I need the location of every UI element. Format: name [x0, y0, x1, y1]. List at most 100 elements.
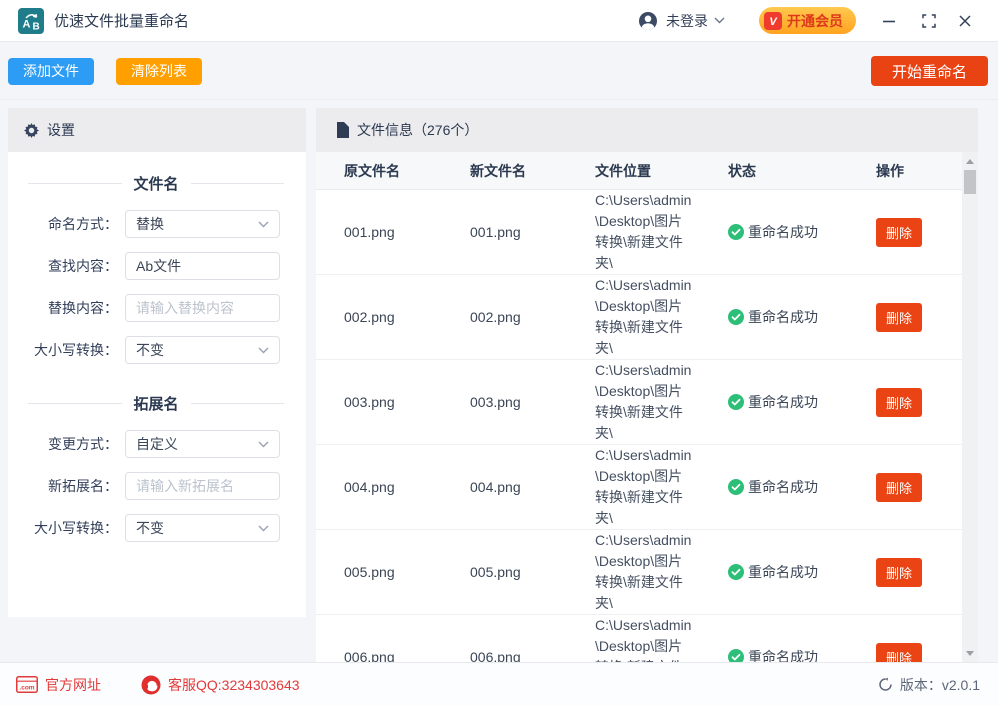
- chevron-down-icon: [258, 221, 269, 228]
- status-cell: 重命名成功: [728, 562, 876, 582]
- minimize-icon: [882, 14, 896, 28]
- success-check-icon: [728, 309, 744, 325]
- new-name: 002.png: [470, 309, 595, 325]
- app-logo-icon: A B: [18, 8, 44, 34]
- status-cell: 重命名成功: [728, 307, 876, 327]
- delete-button[interactable]: 删除: [876, 473, 922, 502]
- chevron-down-icon: [714, 17, 725, 24]
- ext-case-convert-value: 不变: [136, 518, 164, 538]
- svg-text:B: B: [33, 21, 40, 32]
- replace-content-row: 替换内容：: [20, 294, 292, 322]
- refresh-icon[interactable]: [878, 677, 893, 692]
- scroll-up-arrow[interactable]: [962, 154, 978, 168]
- col-new-name: 新文件名: [470, 161, 595, 181]
- status-text: 重命名成功: [748, 562, 818, 582]
- original-name: 002.png: [344, 309, 470, 325]
- login-menu[interactable]: 未登录: [638, 11, 725, 31]
- minimize-button[interactable]: [876, 8, 902, 34]
- gear-icon: [24, 123, 39, 138]
- settings-header: 设置: [8, 108, 306, 152]
- success-check-icon: [728, 649, 744, 662]
- login-status-label: 未登录: [666, 11, 708, 31]
- close-button[interactable]: [952, 8, 978, 34]
- ext-case-convert-select[interactable]: 不变: [125, 514, 280, 542]
- original-name: 006.png: [344, 649, 470, 662]
- file-info-panel: 文件信息（276个） 原文件名 新文件名 文件位置 状态 操作 001.png …: [316, 108, 978, 662]
- file-location: C:\Users\admin\Desktop\图片转换\新建文件夹\: [595, 360, 695, 444]
- clear-list-button[interactable]: 清除列表: [116, 58, 202, 85]
- service-qq-link[interactable]: 客服QQ:3234303643: [141, 675, 300, 695]
- file-location: C:\Users\admin\Desktop\图片转换\新建文件夹\: [595, 530, 695, 614]
- scrollbar-thumb[interactable]: [964, 170, 976, 194]
- settings-header-label: 设置: [47, 120, 75, 140]
- start-rename-button[interactable]: 开始重命名: [871, 56, 988, 86]
- scroll-down-arrow[interactable]: [962, 646, 978, 660]
- add-files-button[interactable]: 添加文件: [8, 58, 94, 85]
- new-extension-input[interactable]: [125, 472, 280, 500]
- original-name: 005.png: [344, 564, 470, 580]
- table-row: 006.png 006.png C:\Users\admin\Desktop\图…: [316, 615, 978, 662]
- delete-button[interactable]: 删除: [876, 643, 922, 663]
- toolbar: 添加文件 清除列表 开始重命名: [0, 43, 998, 100]
- original-name: 004.png: [344, 479, 470, 495]
- find-content-input[interactable]: [125, 252, 280, 280]
- maximize-button[interactable]: [916, 8, 942, 34]
- case-convert-value: 不变: [136, 340, 164, 360]
- close-icon: [958, 14, 972, 28]
- status-text: 重命名成功: [748, 647, 818, 662]
- official-website-link[interactable]: .com 官方网址: [16, 675, 101, 695]
- delete-button[interactable]: 删除: [876, 218, 922, 247]
- replace-content-input[interactable]: [125, 294, 280, 322]
- naming-method-label: 命名方式：: [20, 214, 118, 234]
- divider-line: [191, 183, 285, 184]
- new-name: 004.png: [470, 479, 595, 495]
- chevron-down-icon: [258, 347, 269, 354]
- delete-button[interactable]: 删除: [876, 388, 922, 417]
- col-original: 原文件名: [344, 161, 470, 181]
- settings-panel: 设置 文件名 命名方式： 替换 查找内容： 替换内容：: [8, 108, 306, 617]
- case-convert-row: 大小写转换： 不变: [20, 336, 292, 364]
- vertical-scrollbar[interactable]: [962, 152, 978, 662]
- col-status: 状态: [728, 161, 876, 181]
- file-info-header: 文件信息（276个）: [316, 108, 978, 152]
- find-content-label: 查找内容：: [20, 256, 118, 276]
- service-qq-label: 客服QQ:3234303643: [168, 675, 300, 695]
- version-info: 版本：v2.0.1: [878, 675, 980, 695]
- titlebar-right: 未登录 V 开通会员: [638, 7, 978, 34]
- open-vip-button[interactable]: V 开通会员: [759, 7, 856, 34]
- status-text: 重命名成功: [748, 222, 818, 242]
- svg-text:A: A: [23, 18, 31, 30]
- app-title: 优速文件批量重命名: [54, 10, 189, 31]
- open-vip-label: 开通会员: [787, 11, 843, 31]
- delete-button[interactable]: 删除: [876, 558, 922, 587]
- table-row: 003.png 003.png C:\Users\admin\Desktop\图…: [316, 360, 978, 445]
- divider-line: [191, 403, 285, 404]
- success-check-icon: [728, 394, 744, 410]
- table-row: 005.png 005.png C:\Users\admin\Desktop\图…: [316, 530, 978, 615]
- svg-text:.com: .com: [19, 685, 34, 692]
- success-check-icon: [728, 224, 744, 240]
- status-cell: 重命名成功: [728, 647, 876, 662]
- new-name: 006.png: [470, 649, 595, 662]
- chevron-down-icon: [258, 525, 269, 532]
- naming-method-select[interactable]: 替换: [125, 210, 280, 238]
- change-method-select[interactable]: 自定义: [125, 430, 280, 458]
- naming-method-row: 命名方式： 替换: [20, 210, 292, 238]
- table-row: 002.png 002.png C:\Users\admin\Desktop\图…: [316, 275, 978, 360]
- file-location: C:\Users\admin\Desktop\图片转换\新建文件夹\: [595, 615, 695, 662]
- customer-service-icon: [141, 675, 161, 695]
- extension-section-label: 拓展名: [134, 393, 179, 414]
- naming-method-value: 替换: [136, 214, 164, 234]
- delete-button[interactable]: 删除: [876, 303, 922, 332]
- case-convert-select[interactable]: 不变: [125, 336, 280, 364]
- success-check-icon: [728, 479, 744, 495]
- version-label: 版本：v2.0.1: [900, 675, 980, 695]
- vip-badge-icon: V: [764, 12, 782, 30]
- status-cell: 重命名成功: [728, 392, 876, 412]
- status-text: 重命名成功: [748, 307, 818, 327]
- table-row: 001.png 001.png C:\Users\admin\Desktop\图…: [316, 190, 978, 275]
- original-name: 003.png: [344, 394, 470, 410]
- settings-body: 文件名 命名方式： 替换 查找内容： 替换内容： 大小写转换：: [8, 152, 306, 542]
- col-location: 文件位置: [595, 161, 728, 181]
- status-cell: 重命名成功: [728, 222, 876, 242]
